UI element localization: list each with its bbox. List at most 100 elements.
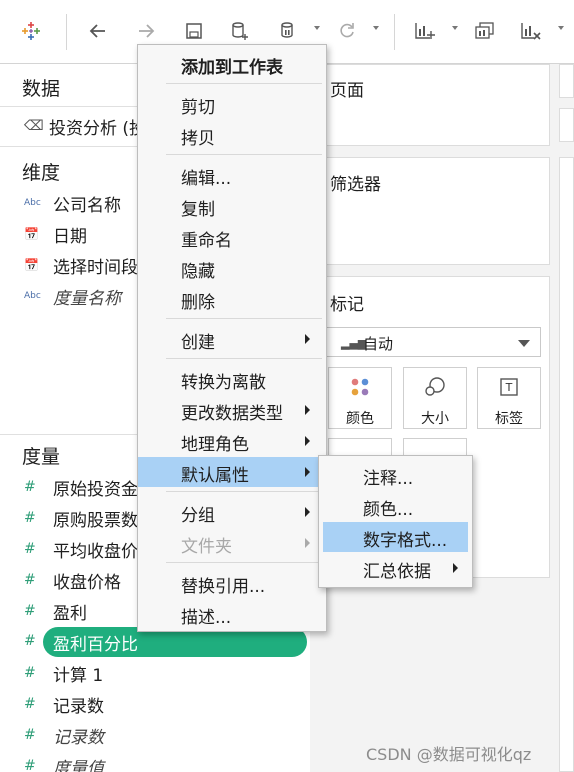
menu-item-label: 转换为离散 [181,373,266,393]
rows-shelf-edge[interactable] [559,108,574,142]
toolbar-separator [66,14,67,50]
measure-field[interactable]: # 记录数 [0,722,310,748]
submenu-item-comment[interactable]: 注释... [323,460,468,490]
default-properties-submenu: 注释... 颜色... 数字格式... 汇总依据 [318,455,473,588]
marks-label-label: 标签 [495,411,523,427]
datasource-icon: ⌫ [24,118,44,134]
field-label: 记录数 [53,727,104,748]
menu-item-label: 分组 [181,506,215,526]
marks-size-label: 大小 [421,411,449,427]
submenu-item-label: 汇总依据 [363,562,431,582]
marks-label-button[interactable]: T 标签 [477,367,541,429]
menu-item-create[interactable]: 创建 [138,324,326,354]
menu-item-label: 地理角色 [181,435,249,455]
field-label: 盈利 [53,603,87,624]
clear-sheet-icon[interactable] [518,18,544,44]
menu-item-copy[interactable]: 拷贝 [138,120,326,150]
toolbar-separator [394,14,395,50]
label-icon: T [478,376,540,398]
menu-item-label: 默认属性 [181,466,249,486]
marks-size-button[interactable]: 大小 [403,367,467,429]
pause-datasource-icon[interactable] [276,18,302,44]
field-label: 记录数 [53,696,104,717]
string-type-icon: Abc [24,198,41,208]
menu-separator [166,83,322,84]
measure-field[interactable]: # 计算 1 [0,660,310,686]
measure-icon: # [24,633,36,649]
submenu-arrow-icon [453,563,458,573]
menu-separator [166,358,322,359]
refresh-icon[interactable] [334,18,360,44]
svg-text:T: T [505,381,513,394]
menu-item-label: 更改数据类型 [181,404,283,424]
mark-type-dropdown[interactable]: ▂▄▆ 自动 [326,327,541,357]
menu-item-delete[interactable]: 删除 [138,284,326,314]
menu-separator [166,154,322,155]
bar-chart-add-icon[interactable] [412,18,438,44]
menu-item-rename[interactable]: 重命名 [138,222,326,252]
back-icon[interactable] [85,18,111,44]
submenu-item-aggregation[interactable]: 汇总依据 [323,553,468,583]
field-label: 日期 [53,226,87,247]
measure-icon: # [24,758,36,772]
datasource-name: 投资分析 (投 [49,118,147,139]
color-icon [329,376,391,398]
menu-item-add-to-sheet[interactable]: 添加到工作表 [138,49,326,79]
mark-type-value: 自动 [363,335,394,353]
submenu-item-number-format[interactable]: 数字格式... [323,522,468,552]
measure-icon: # [24,541,36,557]
submenu-item-label: 数字格式... [363,531,448,551]
menu-item-cut[interactable]: 剪切 [138,89,326,119]
tableau-logo-icon[interactable] [18,18,44,44]
menu-item-label: 添加到工作表 [181,58,283,78]
menu-item-convert-discrete[interactable]: 转换为离散 [138,364,326,394]
pages-title: 页面 [330,81,364,101]
columns-shelf-edge[interactable] [559,64,574,98]
chevron-down-icon[interactable] [373,26,379,30]
marks-color-button[interactable]: 颜色 [328,367,392,429]
field-label: 选择时间段 [53,257,138,278]
menu-item-duplicate[interactable]: 复制 [138,191,326,221]
menu-item-label: 重命名 [181,231,232,251]
menu-item-label: 隐藏 [181,262,215,282]
menu-item-label: 复制 [181,200,215,220]
measures-title: 度量 [22,446,61,468]
submenu-arrow-icon [305,334,310,344]
calendar-param-icon: 📅 [24,258,39,272]
chevron-down-icon[interactable] [314,26,320,30]
field-label: 公司名称 [53,195,121,216]
chevron-down-icon[interactable] [558,26,564,30]
menu-item-label: 编辑... [181,169,232,189]
dimensions-title: 维度 [22,162,61,184]
field-label: 度量名称 [53,288,121,309]
menu-separator [166,491,322,492]
new-datasource-icon[interactable] [227,18,253,44]
menu-item-change-data-type[interactable]: 更改数据类型 [138,395,326,425]
field-label: 收盘价格 [53,572,121,593]
watermark-text: CSDN @数据可视化qz [366,745,532,764]
submenu-item-color[interactable]: 颜色... [323,491,468,521]
measure-icon: # [24,727,36,743]
menu-item-label: 文件夹 [181,537,232,557]
menu-item-geographic-role[interactable]: 地理角色 [138,426,326,456]
menu-item-default-properties[interactable]: 默认属性 [138,457,326,487]
menu-item-group[interactable]: 分组 [138,497,326,527]
menu-item-describe[interactable]: 描述... [138,599,326,629]
menu-item-edit[interactable]: 编辑... [138,160,326,190]
submenu-arrow-icon [305,467,310,477]
chevron-down-icon[interactable] [452,26,458,30]
menu-separator [166,562,322,563]
measure-field[interactable]: # 记录数 [0,691,310,717]
duplicate-sheet-icon[interactable] [472,18,498,44]
calendar-icon: 📅 [24,227,39,241]
menu-item-hide[interactable]: 隐藏 [138,253,326,283]
measure-field[interactable]: # 度量值 [0,753,310,772]
submenu-arrow-icon [305,405,310,415]
size-icon [404,376,466,398]
menu-item-replace-references[interactable]: 替换引用... [138,568,326,598]
save-icon[interactable] [181,18,207,44]
forward-icon[interactable] [133,18,159,44]
field-label: 计算 1 [53,665,104,686]
field-label: 原购股票数 [53,510,138,531]
field-label: 平均收盘价 [53,541,138,562]
